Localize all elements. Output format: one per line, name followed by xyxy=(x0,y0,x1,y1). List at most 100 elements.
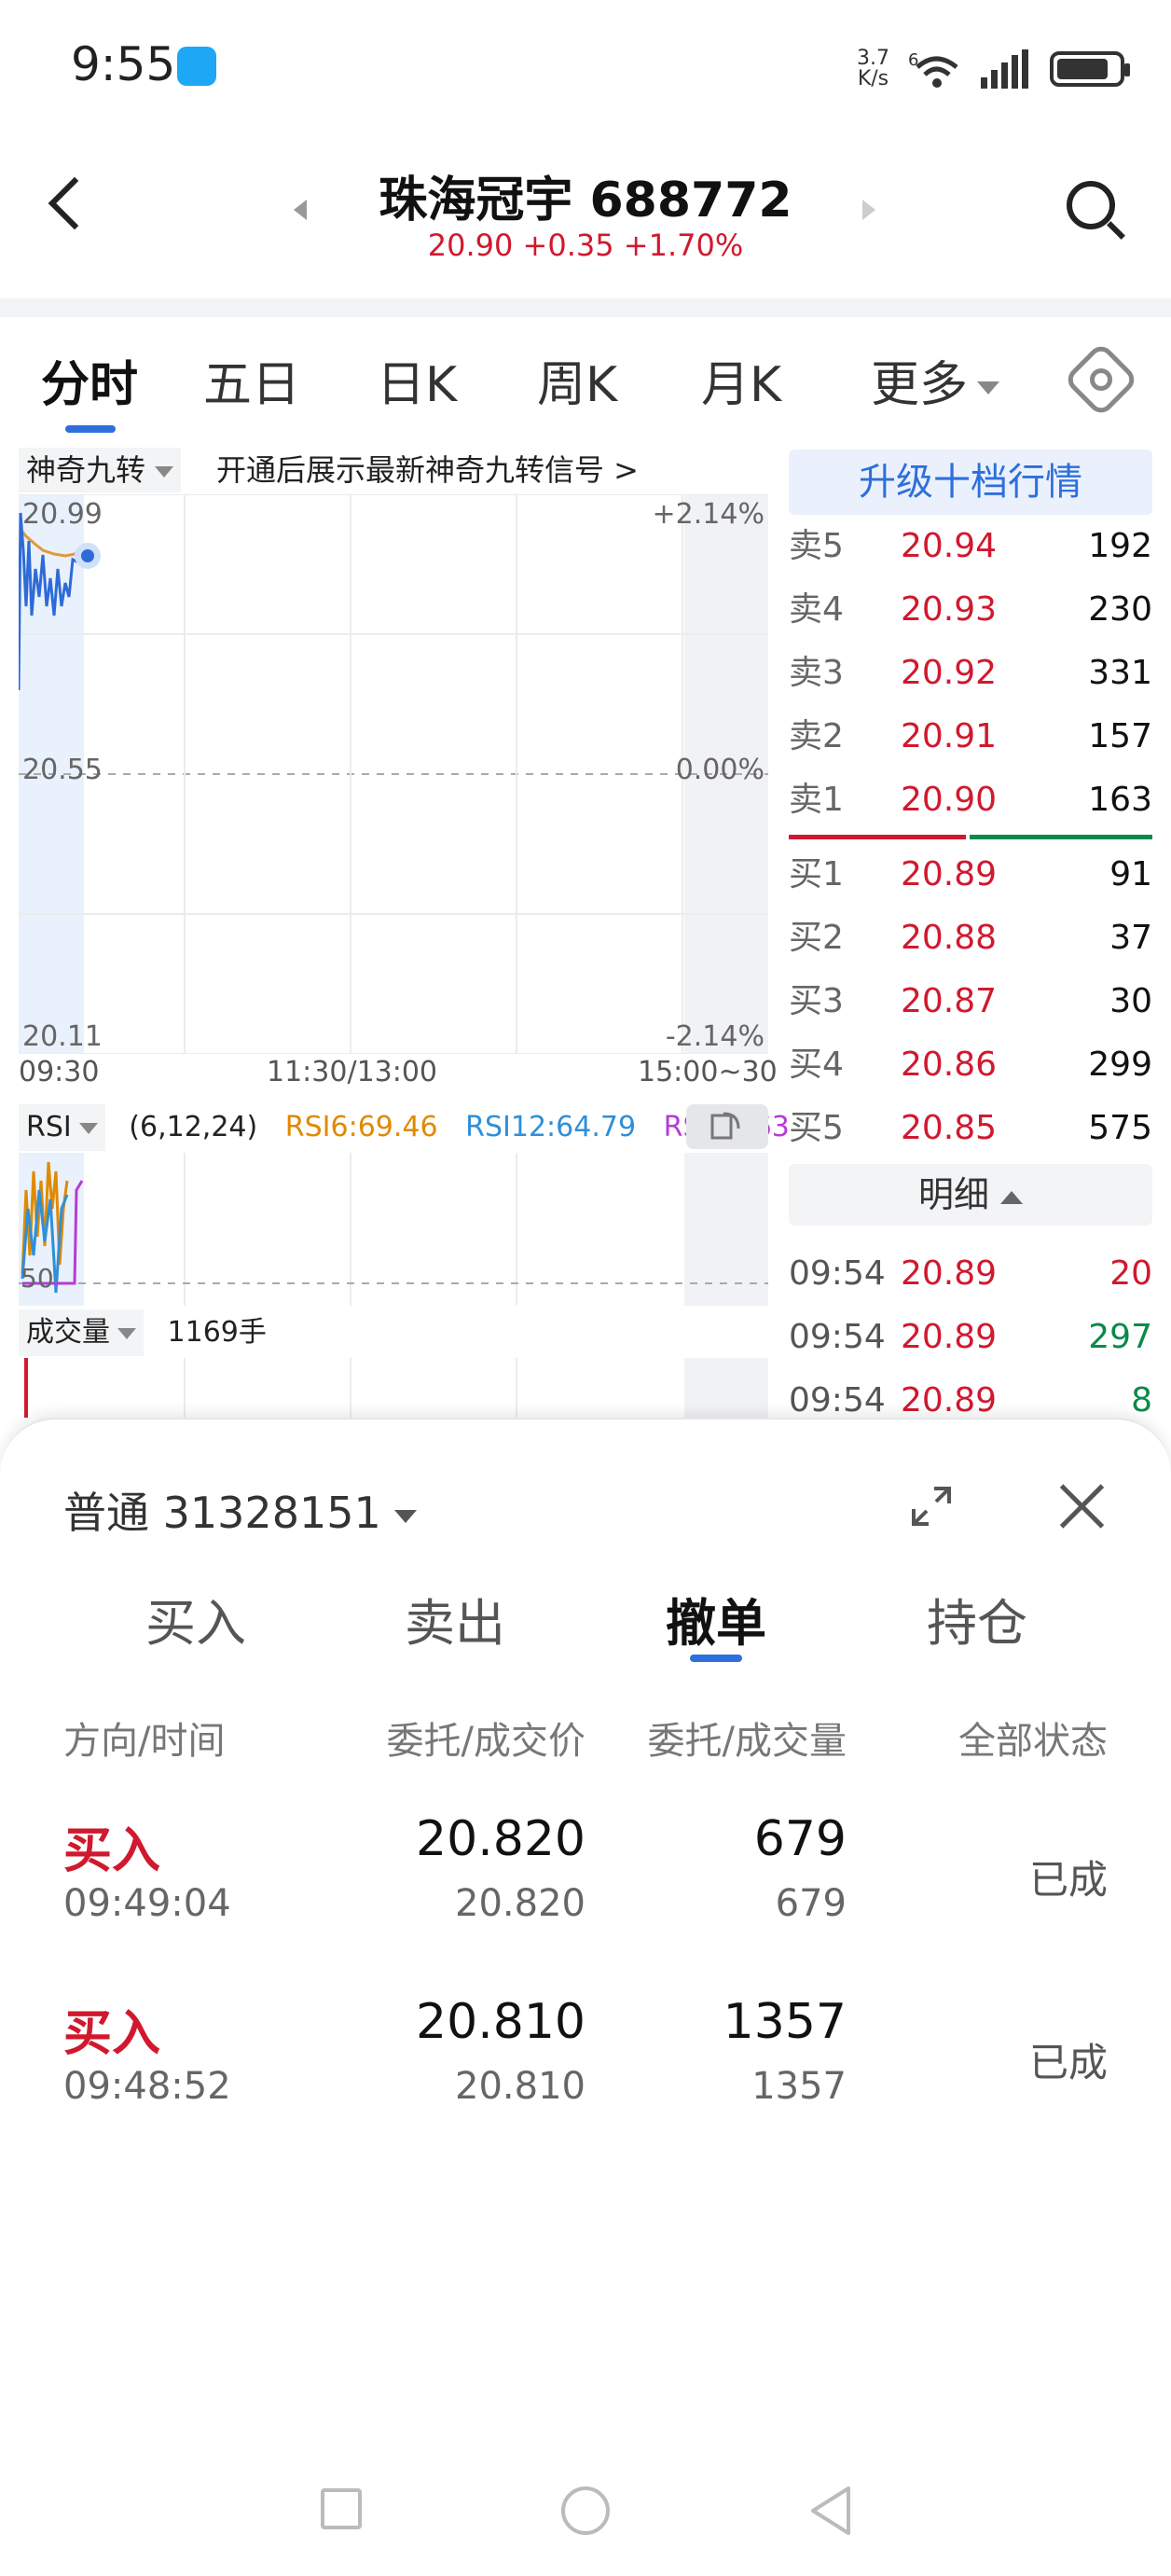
bid-row: 买4 20.86 299 xyxy=(789,1037,1152,1093)
intraday-chart[interactable]: 20.99 20.55 20.11 +2.14% 0.00% -2.14% xyxy=(17,493,768,1055)
bid-side-divider xyxy=(970,835,1152,839)
pct-mid-label: 0.00% xyxy=(675,754,765,786)
ask-row: 卖1 20.90 163 xyxy=(789,772,1152,828)
pct-high-label: +2.14% xyxy=(652,498,765,531)
volume-chart[interactable] xyxy=(19,1358,768,1418)
volume-chart-svg xyxy=(24,1358,768,1418)
expand-icon[interactable] xyxy=(910,1485,953,1528)
tick-price: 20.89 xyxy=(901,1318,998,1356)
column-price: 委托/成交价 xyxy=(386,1720,586,1763)
rsi-toggle-icon[interactable] xyxy=(686,1104,768,1149)
nine-turn-label: 神奇九转 xyxy=(26,452,146,488)
ask-volume: 157 xyxy=(1088,717,1152,755)
tab-five-day[interactable]: 五日 xyxy=(203,345,300,415)
order-deal-price: 20.820 xyxy=(455,1882,586,1925)
chevron-down-icon xyxy=(155,466,174,478)
bid-price: 20.88 xyxy=(901,919,998,957)
tick-row: 09:54 20.89 297 xyxy=(789,1309,1152,1365)
tab-sell[interactable]: 卖出 xyxy=(405,1582,505,1655)
ask-row: 卖2 20.91 157 xyxy=(789,709,1152,765)
network-speed-value: 3.7 xyxy=(857,47,889,70)
search-icon[interactable] xyxy=(1067,181,1115,229)
tab-daily-k[interactable]: 日K xyxy=(377,345,457,415)
detail-toggle-button[interactable]: 明细 xyxy=(789,1164,1152,1226)
tab-buy[interactable]: 买入 xyxy=(145,1582,246,1655)
close-icon[interactable] xyxy=(1059,1483,1106,1530)
order-time: 09:49:04 xyxy=(63,1882,231,1925)
tick-time: 09:54 xyxy=(789,1318,886,1356)
volume-legend: 成交量 1169手 xyxy=(19,1309,267,1356)
refresh-icon xyxy=(710,1112,740,1140)
back-icon[interactable] xyxy=(48,176,102,230)
ask-volume: 192 xyxy=(1088,527,1152,565)
tab-more[interactable]: 更多 xyxy=(871,345,1000,415)
chevron-down-icon xyxy=(977,381,1000,395)
signal-icon xyxy=(981,49,1028,89)
bid-volume: 299 xyxy=(1088,1046,1152,1084)
order-row[interactable]: 买入 09:49:04 20.820 20.820 679 679 已成 xyxy=(0,1811,1171,1988)
time-start-label: 09:30 xyxy=(19,1056,100,1088)
volume-value: 1169手 xyxy=(167,1316,267,1349)
tick-time: 09:54 xyxy=(789,1254,886,1293)
ask-row: 卖3 20.92 331 xyxy=(789,645,1152,701)
tab-monthly-k[interactable]: 月K xyxy=(701,345,781,415)
status-icons: 3.7 K/s 6 xyxy=(857,41,1130,97)
nine-turn-hint[interactable]: 开通后展示最新神奇九转信号 > xyxy=(216,448,639,492)
tab-weekly-k[interactable]: 周K xyxy=(537,345,617,415)
ask-price: 20.90 xyxy=(901,781,998,819)
time-end-label: 15:00~30 xyxy=(638,1056,778,1088)
home-icon[interactable] xyxy=(561,2486,610,2535)
chevron-down-icon xyxy=(393,1509,417,1523)
order-row[interactable]: 买入 09:48:52 20.810 20.810 1357 1357 已成 xyxy=(0,1994,1171,2171)
bid-row: 买2 20.88 37 xyxy=(789,910,1152,966)
account-selector[interactable]: 普通 31328151 xyxy=(63,1479,417,1541)
period-tabs: 分时 五日 日K 周K 月K 更多 xyxy=(0,345,1171,438)
time-mid-label: 11:30/13:00 xyxy=(267,1056,438,1088)
bid-volume: 91 xyxy=(1109,855,1152,893)
chevron-up-icon xyxy=(1000,1190,1023,1204)
pct-low-label: -2.14% xyxy=(665,1020,765,1053)
rsi-chart-svg xyxy=(19,1153,768,1306)
rsi-dropdown[interactable]: RSI xyxy=(19,1104,105,1151)
bid-price: 20.89 xyxy=(901,855,998,893)
nine-turn-dropdown[interactable]: 神奇九转 xyxy=(19,448,182,492)
nav-back-icon[interactable] xyxy=(807,2485,854,2541)
ask-row: 卖5 20.94 192 xyxy=(789,519,1152,575)
network-type-label: 6 xyxy=(908,50,918,70)
column-direction-time: 方向/时间 xyxy=(63,1720,226,1763)
tab-intraday[interactable]: 分时 xyxy=(41,345,138,415)
order-deal-quantity: 679 xyxy=(775,1882,847,1925)
tick-row: 09:54 20.89 20 xyxy=(789,1246,1152,1302)
column-status-filter[interactable]: 全部状态 xyxy=(958,1710,1108,1765)
bid-label: 买2 xyxy=(789,919,844,957)
ask-side-divider xyxy=(789,835,966,839)
volume-label: 成交量 xyxy=(26,1316,110,1349)
status-time: 9:55 xyxy=(71,37,176,91)
bid-volume: 575 xyxy=(1088,1109,1152,1147)
rsi-chart[interactable]: 50 xyxy=(19,1153,768,1306)
recent-apps-icon[interactable] xyxy=(321,2488,362,2529)
ask-label: 卖1 xyxy=(789,781,844,819)
stock-title: 珠海冠宇 688772 xyxy=(379,173,792,229)
next-stock-icon[interactable] xyxy=(862,200,875,220)
rsi12-value: RSI12:64.79 xyxy=(465,1111,637,1143)
ask-label: 卖2 xyxy=(789,717,844,755)
column-quantity: 委托/成交量 xyxy=(647,1720,847,1763)
bid-volume: 37 xyxy=(1109,919,1152,957)
order-deal-quantity: 1357 xyxy=(751,2065,847,2108)
active-sheet-tab-indicator xyxy=(690,1655,742,1662)
rsi6-value: RSI6:69.46 xyxy=(284,1111,438,1143)
bid-row: 买1 20.89 91 xyxy=(789,847,1152,903)
intraday-chart-svg xyxy=(17,493,768,1055)
upgrade-level10-button[interactable]: 升级十档行情 xyxy=(789,450,1152,515)
chevron-down-icon xyxy=(78,1122,98,1134)
ask-label: 卖3 xyxy=(789,654,844,692)
account-label: 普通 31328151 xyxy=(63,1488,381,1538)
tab-cancel-order[interactable]: 撤单 xyxy=(666,1582,766,1655)
tab-positions[interactable]: 持仓 xyxy=(927,1582,1027,1655)
volume-dropdown[interactable]: 成交量 xyxy=(19,1309,144,1356)
tick-price: 20.89 xyxy=(901,1254,998,1293)
order-price: 20.810 xyxy=(416,1994,586,2050)
bid-label: 买5 xyxy=(789,1109,844,1147)
bid-row: 买5 20.85 575 xyxy=(789,1101,1152,1156)
